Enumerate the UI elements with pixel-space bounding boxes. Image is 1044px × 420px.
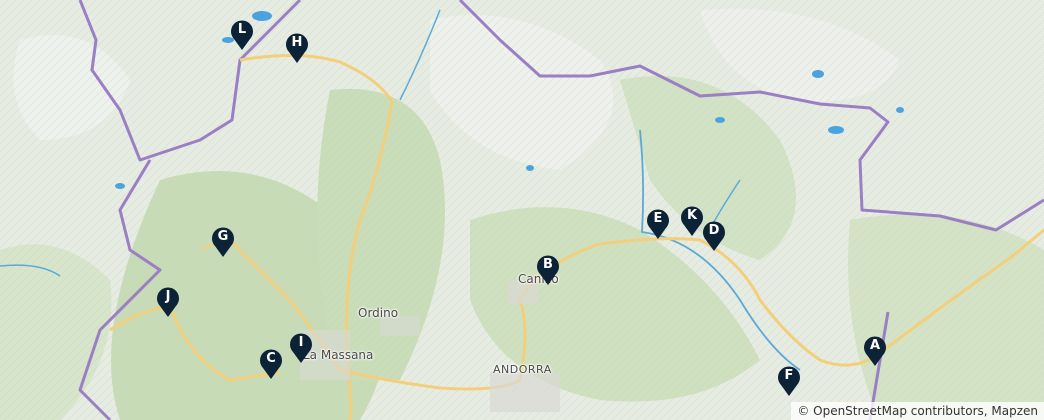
marker-label: C	[266, 351, 276, 366]
marker-label: G	[217, 229, 229, 244]
map-marker-l[interactable]: L	[229, 17, 255, 51]
marker-label: B	[543, 257, 553, 272]
map-marker-h[interactable]: H	[284, 30, 310, 64]
marker-label: A	[869, 338, 881, 353]
map-marker-e[interactable]: E	[645, 206, 671, 240]
map-marker-c[interactable]: C	[258, 346, 284, 380]
marker-label: J	[165, 289, 171, 304]
map-marker-b[interactable]: B	[535, 252, 561, 286]
map-marker-k[interactable]: K	[679, 203, 705, 237]
marker-label: H	[291, 35, 303, 50]
map-attribution[interactable]: © OpenStreetMap contributors, Mapzen	[791, 402, 1044, 420]
marker-label: F	[784, 368, 794, 383]
map-marker-f[interactable]: F	[776, 363, 802, 397]
marker-label: I	[298, 335, 304, 350]
map-marker-j[interactable]: J	[155, 284, 181, 318]
place-label-andorra: ANDORRA	[493, 363, 552, 376]
map-marker-g[interactable]: G	[210, 224, 236, 258]
marker-label: L	[237, 22, 247, 37]
marker-label: K	[686, 208, 698, 223]
map-marker-i[interactable]: I	[288, 330, 314, 364]
map-marker-a[interactable]: A	[862, 333, 888, 367]
map-canvas[interactable]: Ordino Canillo La Massana ANDORRA A B C …	[0, 0, 1044, 420]
marker-label: E	[653, 211, 663, 226]
place-label-ordino: Ordino	[358, 306, 399, 320]
